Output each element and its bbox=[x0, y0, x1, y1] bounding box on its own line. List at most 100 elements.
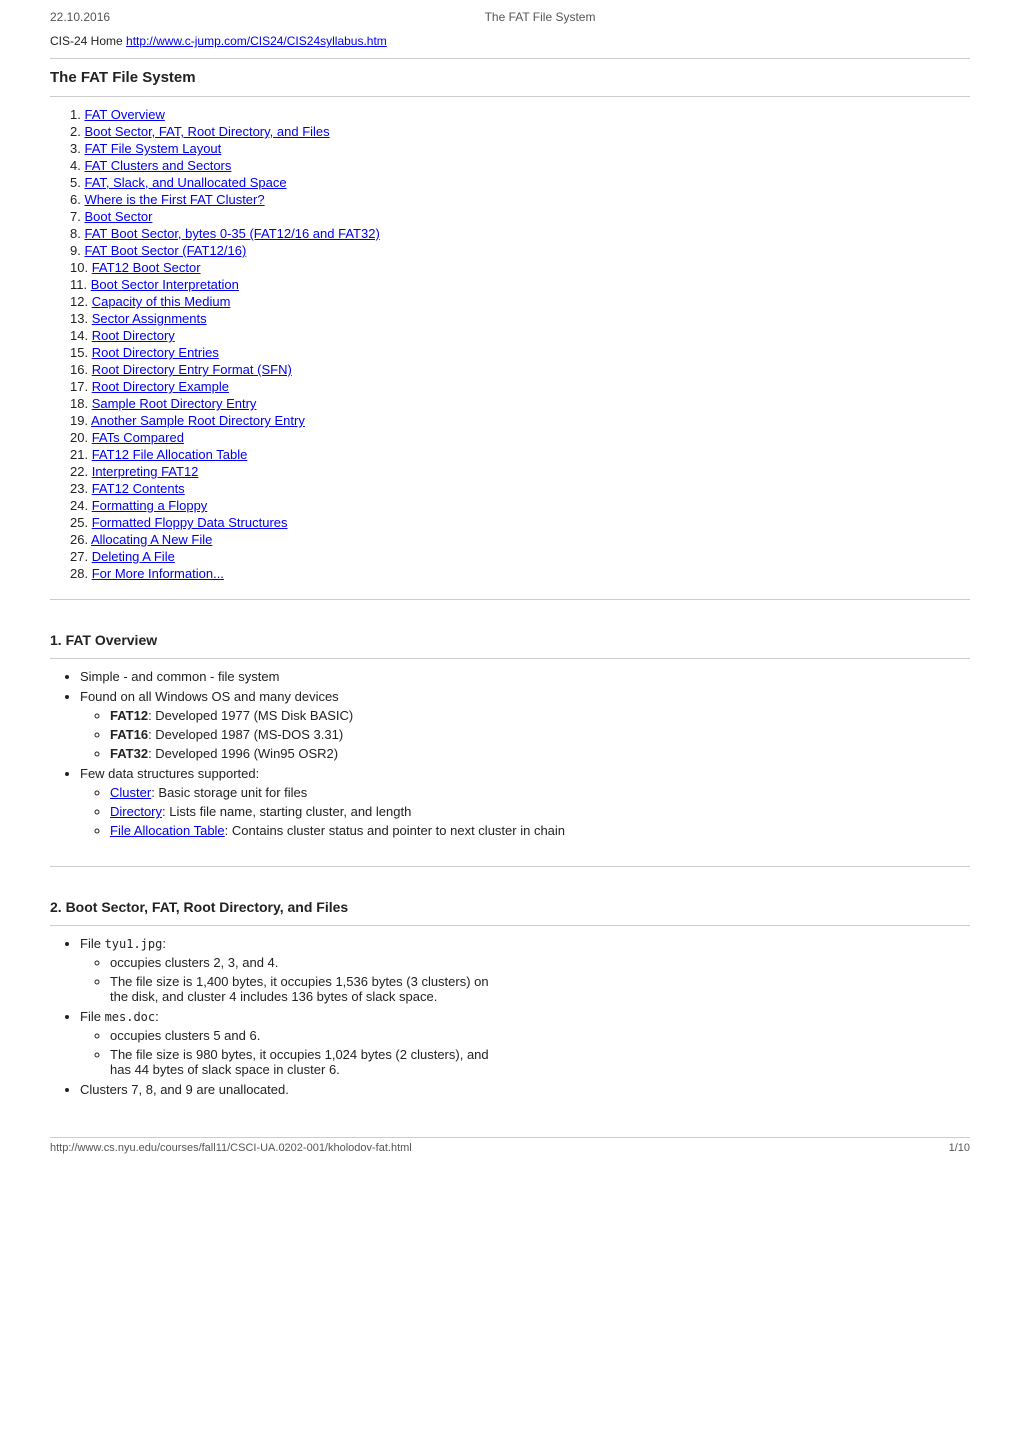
toc-link-6[interactable]: Boot Sector bbox=[84, 209, 152, 224]
toc-link-2[interactable]: FAT File System Layout bbox=[84, 141, 221, 156]
toc-num: 1. bbox=[70, 107, 81, 122]
toc-item: 11. Boot Sector Interpretation bbox=[70, 277, 970, 292]
file-mes: File mes.doc: occupies clusters 5 and 6.… bbox=[80, 1009, 970, 1077]
toc-item: 28. For More Information... bbox=[70, 566, 970, 581]
toc-link-1[interactable]: Boot Sector, FAT, Root Directory, and Fi… bbox=[84, 124, 329, 139]
section-2-heading: 2. Boot Sector, FAT, Root Directory, and… bbox=[50, 899, 970, 915]
toc-item: 14. Root Directory bbox=[70, 328, 970, 343]
toc-link-5[interactable]: Where is the First FAT Cluster? bbox=[84, 192, 264, 207]
home-url-link[interactable]: http://www.c-jump.com/CIS24/CIS24syllabu… bbox=[126, 34, 387, 48]
toc-link-21[interactable]: Interpreting FAT12 bbox=[92, 464, 199, 479]
toc-link-0[interactable]: FAT Overview bbox=[84, 107, 164, 122]
toc-link-12[interactable]: Sector Assignments bbox=[92, 311, 207, 326]
toc-num: 17. bbox=[70, 379, 88, 394]
cluster-link[interactable]: Cluster bbox=[110, 785, 151, 800]
toc-link-15[interactable]: Root Directory Entry Format (SFN) bbox=[92, 362, 292, 377]
toc-item: 1. FAT Overview bbox=[70, 107, 970, 122]
toc-divider bbox=[50, 599, 970, 600]
toc-num: 25. bbox=[70, 515, 88, 530]
toc-item: 15. Root Directory Entries bbox=[70, 345, 970, 360]
toc-item: 25. Formatted Floppy Data Structures bbox=[70, 515, 970, 530]
toc-item: 13. Sector Assignments bbox=[70, 311, 970, 326]
toc-link-23[interactable]: Formatting a Floppy bbox=[92, 498, 208, 513]
home-label: CIS-24 Home bbox=[50, 34, 123, 48]
toc-link-18[interactable]: Another Sample Root Directory Entry bbox=[91, 413, 305, 428]
toc-item: 9. FAT Boot Sector (FAT12/16) bbox=[70, 243, 970, 258]
sub-data-structures: Cluster: Basic storage unit for files Di… bbox=[110, 785, 970, 838]
toc-item: 18. Sample Root Directory Entry bbox=[70, 396, 970, 411]
toc-item: 5. FAT, Slack, and Unallocated Space bbox=[70, 175, 970, 190]
center-title: The FAT File System bbox=[485, 10, 596, 24]
footer-page: 1/10 bbox=[949, 1142, 970, 1154]
toc-item: 23. FAT12 Contents bbox=[70, 481, 970, 496]
toc-link-27[interactable]: For More Information... bbox=[92, 566, 224, 581]
toc-num: 20. bbox=[70, 430, 88, 445]
toc-item: 21. FAT12 File Allocation Table bbox=[70, 447, 970, 462]
toc-link-9[interactable]: FAT12 Boot Sector bbox=[92, 260, 201, 275]
mes-size: The file size is 980 bytes, it occupies … bbox=[110, 1047, 970, 1077]
toc-num: 9. bbox=[70, 243, 81, 258]
toc-num: 7. bbox=[70, 209, 81, 224]
toc-item: 27. Deleting A File bbox=[70, 549, 970, 564]
sub-fat-versions: FAT12: Developed 1977 (MS Disk BASIC) FA… bbox=[110, 708, 970, 761]
toc-link-19[interactable]: FATs Compared bbox=[92, 430, 184, 445]
section1-end-divider bbox=[50, 866, 970, 867]
section2-divider bbox=[50, 925, 970, 926]
file-tyu1: File tyu1.jpg: occupies clusters 2, 3, a… bbox=[80, 936, 970, 1004]
bullet-simple: Simple - and common - file system bbox=[80, 669, 970, 684]
toc-link-17[interactable]: Sample Root Directory Entry bbox=[92, 396, 257, 411]
cluster-item: Cluster: Basic storage unit for files bbox=[110, 785, 970, 800]
section-2: 2. Boot Sector, FAT, Root Directory, and… bbox=[50, 877, 970, 1117]
section1-divider bbox=[50, 658, 970, 659]
toc-link-25[interactable]: Allocating A New File bbox=[91, 532, 212, 547]
fat32-item: FAT32: Developed 1996 (Win95 OSR2) bbox=[110, 746, 970, 761]
toc-num: 19. bbox=[70, 413, 88, 428]
fat-table-item: File Allocation Table: Contains cluster … bbox=[110, 823, 970, 838]
fat-table-link[interactable]: File Allocation Table bbox=[110, 823, 225, 838]
toc-link-11[interactable]: Capacity of this Medium bbox=[92, 294, 231, 309]
toc-item: 2. Boot Sector, FAT, Root Directory, and… bbox=[70, 124, 970, 139]
unallocated: Clusters 7, 8, and 9 are unallocated. bbox=[80, 1082, 970, 1097]
toc-link-26[interactable]: Deleting A File bbox=[92, 549, 175, 564]
mes-code: mes.doc bbox=[105, 1010, 156, 1024]
section1-bullets: Simple - and common - file system Found … bbox=[80, 669, 970, 838]
section-1-heading: 1. FAT Overview bbox=[50, 632, 970, 648]
toc-num: 28. bbox=[70, 566, 88, 581]
toc-link-20[interactable]: FAT12 File Allocation Table bbox=[92, 447, 248, 462]
bullet-structures: Few data structures supported: Cluster: … bbox=[80, 766, 970, 838]
tyu1-size: The file size is 1,400 bytes, it occupie… bbox=[110, 974, 970, 1004]
toc-link-16[interactable]: Root Directory Example bbox=[92, 379, 229, 394]
toc-num: 22. bbox=[70, 464, 88, 479]
toc-item: 26. Allocating A New File bbox=[70, 532, 970, 547]
toc-item: 22. Interpreting FAT12 bbox=[70, 464, 970, 479]
mes-clusters: occupies clusters 5 and 6. bbox=[110, 1028, 970, 1043]
toc-link-10[interactable]: Boot Sector Interpretation bbox=[91, 277, 239, 292]
toc-link-13[interactable]: Root Directory bbox=[92, 328, 175, 343]
toc-link-4[interactable]: FAT, Slack, and Unallocated Space bbox=[84, 175, 286, 190]
toc-num: 2. bbox=[70, 124, 81, 139]
date-label: 22.10.2016 bbox=[50, 10, 110, 24]
toc-link-22[interactable]: FAT12 Contents bbox=[92, 481, 185, 496]
toc-link-8[interactable]: FAT Boot Sector (FAT12/16) bbox=[84, 243, 246, 258]
toc-item: 24. Formatting a Floppy bbox=[70, 498, 970, 513]
section-1: 1. FAT Overview Simple - and common - fi… bbox=[50, 610, 970, 858]
section2-bullets: File tyu1.jpg: occupies clusters 2, 3, a… bbox=[80, 936, 970, 1097]
directory-link[interactable]: Directory bbox=[110, 804, 162, 819]
toc-num: 4. bbox=[70, 158, 81, 173]
footer-url: http://www.cs.nyu.edu/courses/fall11/CSC… bbox=[50, 1142, 412, 1154]
toc-item: 6. Where is the First FAT Cluster? bbox=[70, 192, 970, 207]
toc-link-14[interactable]: Root Directory Entries bbox=[92, 345, 219, 360]
toc-list: 1. FAT Overview2. Boot Sector, FAT, Root… bbox=[70, 107, 970, 581]
mes-sub: occupies clusters 5 and 6. The file size… bbox=[110, 1028, 970, 1077]
fat16-item: FAT16: Developed 1987 (MS-DOS 3.31) bbox=[110, 727, 970, 742]
toc-item: 20. FATs Compared bbox=[70, 430, 970, 445]
toc-link-3[interactable]: FAT Clusters and Sectors bbox=[84, 158, 231, 173]
bullet-found: Found on all Windows OS and many devices… bbox=[80, 689, 970, 761]
toc-link-24[interactable]: Formatted Floppy Data Structures bbox=[92, 515, 288, 530]
toc-num: 24. bbox=[70, 498, 88, 513]
toc-num: 16. bbox=[70, 362, 88, 377]
toc-num: 18. bbox=[70, 396, 88, 411]
toc-num: 11. bbox=[70, 277, 87, 292]
toc-link-7[interactable]: FAT Boot Sector, bytes 0-35 (FAT12/16 an… bbox=[84, 226, 379, 241]
toc-num: 3. bbox=[70, 141, 81, 156]
